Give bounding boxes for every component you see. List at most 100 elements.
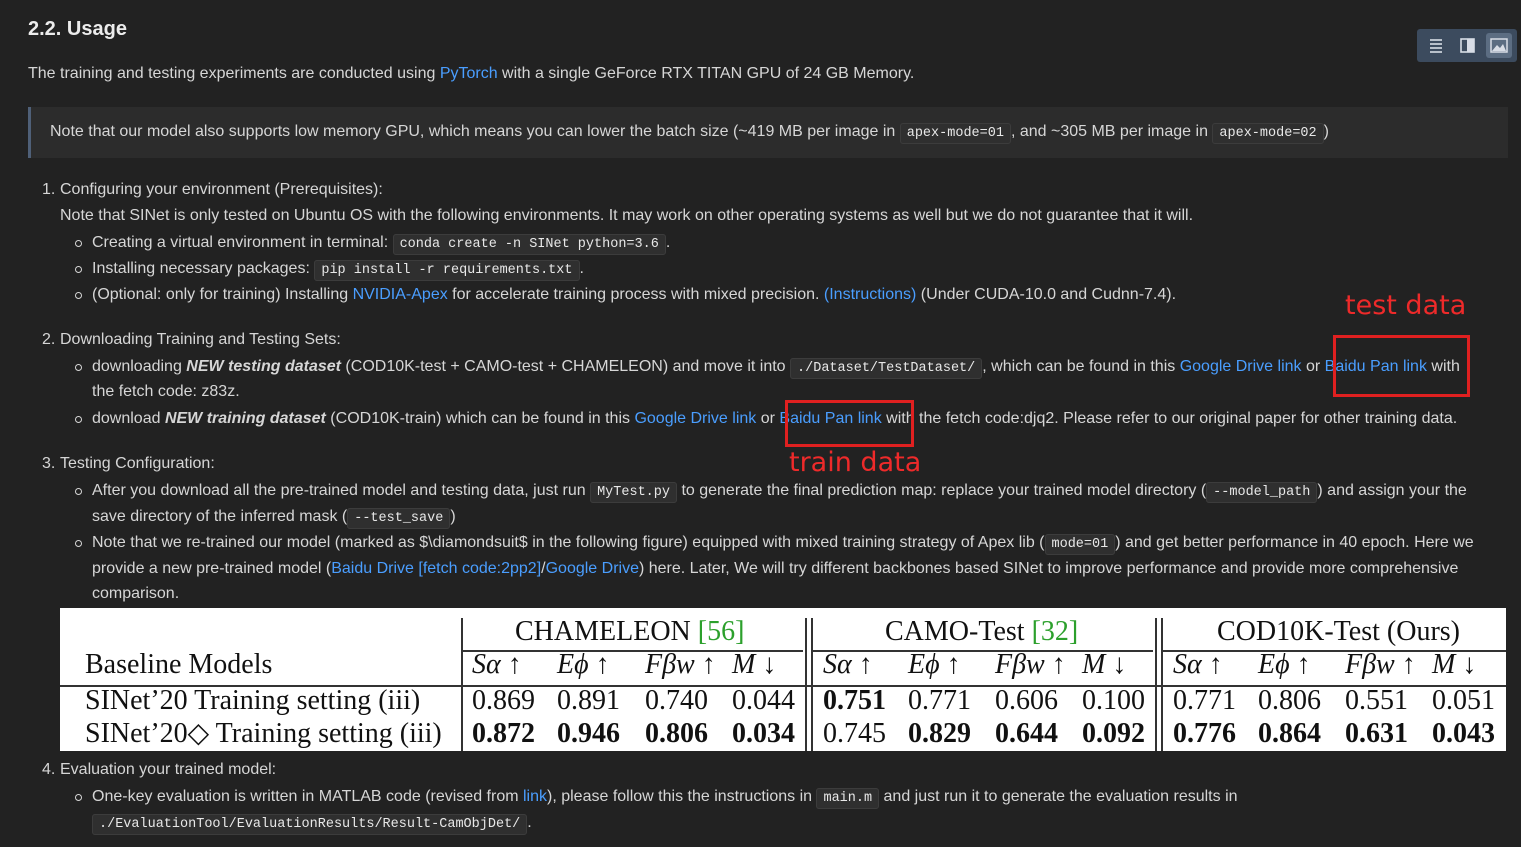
step4-number: 4.: [42, 761, 56, 778]
image-icon[interactable]: [1486, 33, 1512, 58]
metric-value: 0.806: [1258, 685, 1321, 716]
revised-from-link[interactable]: link: [523, 788, 547, 805]
metric-value: 0.751: [823, 685, 886, 716]
test-fetch-code-text: the fetch code: z83z.: [92, 383, 240, 400]
metric-value: 0.043: [1432, 718, 1495, 749]
bullet-text-end: (Under CUDA-10.0 and Cudnn-7.4).: [916, 286, 1177, 303]
bullet-text: save directory of the inferred mask (: [92, 508, 348, 525]
metric-header: M ↓: [1432, 649, 1477, 680]
test-data-highlight-box: [1333, 335, 1470, 397]
bullet-text: downloading: [92, 358, 187, 375]
bullet-icon: [75, 416, 82, 423]
test-data-annotation: test data: [1345, 290, 1467, 321]
bullet-text: After you download all the pre-trained m…: [92, 482, 591, 499]
step3-bullet2: Note that we re-trained our model (marke…: [92, 533, 1474, 555]
metric-value: 0.869: [472, 685, 535, 716]
mytest-code: MyTest.py: [590, 482, 677, 503]
step4-bullet1-line2: ./EvaluationTool/EvaluationResults/Resul…: [92, 813, 532, 835]
comparison-text: comparison.: [92, 585, 180, 602]
test-save-code: --test_save: [347, 508, 451, 529]
step2-bullet1: downloading NEW testing dataset (COD10K-…: [92, 357, 1460, 379]
train-google-drive-link[interactable]: Google Drive link: [634, 410, 756, 427]
bullet-text: Creating a virtual environment in termin…: [92, 234, 393, 251]
mode-01-code: mode=01: [1044, 534, 1116, 555]
train-data-annotation: train data: [789, 447, 922, 478]
metric-value: 0.551: [1345, 685, 1408, 716]
bullet-icon: [75, 292, 82, 299]
fetch-code-link[interactable]: [fetch code:2pp2]: [418, 560, 541, 577]
metric-value: 0.891: [557, 685, 620, 716]
view-toolbar: [1417, 29, 1517, 62]
metric-value: 0.806: [645, 718, 708, 749]
bullet-text-end: ) here. Later, We will try different bac…: [638, 560, 1459, 577]
baidu-drive-link[interactable]: Baidu Drive: [331, 560, 414, 577]
intro-paragraph: The training and testing experiments are…: [28, 64, 914, 84]
step2-title: Downloading Training and Testing Sets:: [60, 331, 341, 348]
test-google-drive-link[interactable]: Google Drive link: [1180, 358, 1302, 375]
bullet-icon: [75, 488, 82, 495]
bullet-text-end: ): [450, 508, 456, 525]
row-label: SINet’20◇ Training setting (iii): [85, 718, 442, 749]
metric-value: 0.051: [1432, 685, 1495, 716]
metric-value: 0.745: [823, 718, 886, 749]
nvidia-apex-link[interactable]: NVIDIA-Apex: [353, 286, 448, 303]
bullet-text-3: ) and assign your the: [1317, 482, 1467, 499]
google-drive-link[interactable]: Google Drive: [546, 560, 639, 577]
results-table-figure: Baseline Models CHAMELEON [56] CAMO-Test…: [60, 608, 1506, 751]
note-text-3: ): [1323, 123, 1329, 140]
evaluation-results-path-code: ./EvaluationTool/EvaluationResults/Resul…: [92, 814, 528, 835]
step1-bullet3: (Optional: only for training) Installing…: [92, 285, 1176, 305]
bullet-icon: [75, 266, 82, 273]
metric-header: Fβw ↑: [995, 649, 1066, 680]
bullet-text-2: (COD10K-test + CAMO-test + CHAMELEON) an…: [340, 358, 791, 375]
metric-value: 0.092: [1082, 718, 1145, 749]
baseline-models-header: Baseline Models: [85, 649, 273, 680]
metric-value: 0.771: [908, 685, 971, 716]
bullet-text: provide a new pre-trained model (: [92, 560, 332, 577]
step4-bullet1: One-key evaluation is written in MATLAB …: [92, 787, 1238, 809]
step3-bullet1: After you download all the pre-trained m…: [92, 481, 1467, 503]
metric-header: Fβw ↑: [1345, 649, 1416, 680]
bullet-icon: [75, 240, 82, 247]
note-blockquote: Note that our model also supports low me…: [28, 107, 1508, 158]
group-name: CHAMELEON: [515, 616, 698, 647]
step2-number: 2.: [42, 331, 56, 348]
list-icon[interactable]: [1423, 33, 1449, 58]
bullet-text-2: ), please follow this the instructions i…: [547, 788, 817, 805]
step1-number: 1.: [42, 181, 56, 198]
pytorch-link[interactable]: PyTorch: [440, 65, 498, 82]
bullet-punct: .: [527, 814, 532, 831]
metric-header: Eϕ ↑: [908, 649, 961, 680]
metric-value: 0.100: [1082, 685, 1145, 716]
step1-desc: Note that SINet is only tested on Ubuntu…: [60, 207, 1194, 224]
step1-title: Configuring your environment (Prerequisi…: [60, 181, 383, 198]
step3-title: Testing Configuration:: [60, 455, 215, 472]
metric-header: Fβw ↑: [645, 649, 716, 680]
step1-bullet1: Creating a virtual environment in termin…: [92, 233, 670, 255]
bullet-text: Note that we re-trained our model (marke…: [92, 534, 1045, 551]
group-header-cod10k: COD10K-Test (Ours): [1217, 617, 1460, 647]
bullet-text: (Optional: only for training) Installing: [92, 286, 353, 303]
bullet-text-2: ) and get better performance in 40 epoch…: [1115, 534, 1474, 551]
group-name: COD10K-Test (Ours): [1217, 616, 1461, 647]
group-header-chameleon: CHAMELEON [56]: [515, 617, 744, 647]
metric-value: 0.776: [1173, 718, 1236, 749]
bullet-text-2: (COD10K-train) which can be found in thi…: [325, 410, 635, 427]
metric-header: M ↓: [1082, 649, 1127, 680]
instructions-link[interactable]: (Instructions): [824, 286, 916, 303]
section-heading: 2.2. Usage: [28, 18, 127, 40]
metric-value: 0.644: [995, 718, 1058, 749]
new-testing-dataset-emphasis: NEW testing dataset: [186, 358, 341, 375]
bullet-text-3: , which can be found in this: [982, 358, 1180, 375]
metric-value: 0.872: [472, 718, 535, 749]
bullet-text-4: with the fetch code:djq2. Please refer t…: [881, 410, 1458, 427]
citation-ref: [32]: [1031, 616, 1079, 647]
bullet-text: download: [92, 410, 165, 427]
metric-value: 0.606: [995, 685, 1058, 716]
split-view-icon[interactable]: [1454, 33, 1480, 58]
pip-command-code: pip install -r requirements.txt: [314, 260, 580, 281]
metric-header: Sα ↑: [823, 649, 873, 680]
step3-number: 3.: [42, 455, 56, 472]
metric-value: 0.829: [908, 718, 971, 749]
metric-value: 0.864: [1258, 718, 1321, 749]
